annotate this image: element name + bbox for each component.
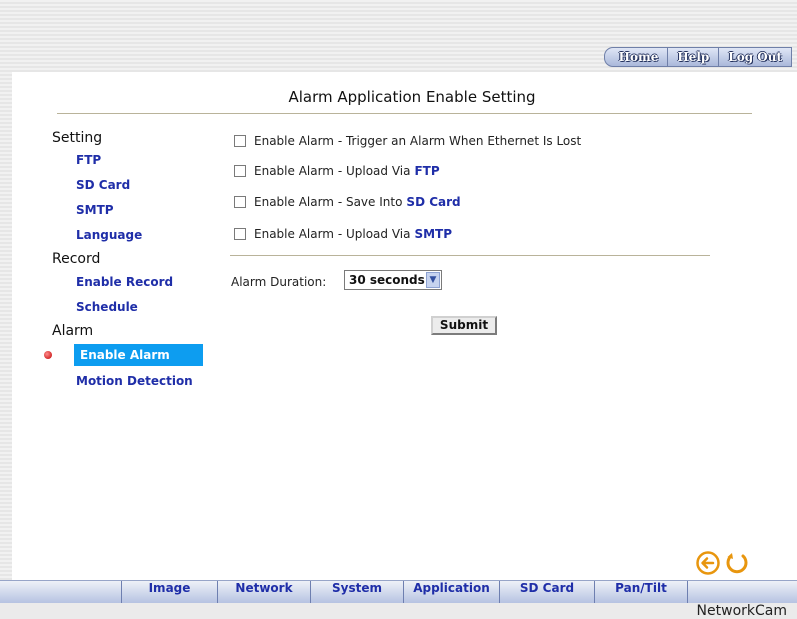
checkbox-upload-smtp[interactable] — [234, 228, 246, 240]
nav-pan-tilt[interactable]: Pan/Tilt — [594, 581, 688, 603]
nav-system[interactable]: System — [310, 581, 403, 603]
sidebar-item-enable-alarm[interactable]: Enable Alarm — [74, 344, 203, 366]
sidebar-item-language[interactable]: Language — [76, 228, 142, 242]
option-keyword: SD Card — [406, 195, 461, 209]
home-link[interactable]: Home — [605, 48, 668, 66]
sidebar-item-enable-record[interactable]: Enable Record — [76, 275, 173, 289]
option-save-sd-card: Enable Alarm - Save Into SD Card — [234, 193, 461, 211]
active-bullet-icon — [44, 351, 52, 359]
alarm-duration-value: 30 seconds — [349, 273, 425, 287]
option-label: Enable Alarm - Save Into — [254, 195, 403, 209]
option-upload-smtp: Enable Alarm - Upload Via SMTP — [234, 225, 452, 243]
top-nav: Home Help Log Out — [603, 47, 792, 67]
option-upload-ftp: Enable Alarm - Upload Via FTP — [234, 162, 440, 180]
sidebar-item-schedule[interactable]: Schedule — [76, 300, 138, 314]
left-margin-strip — [0, 72, 12, 580]
main-content: Alarm Application Enable Setting Setting… — [12, 72, 797, 580]
sidebar-item-smtp[interactable]: SMTP — [76, 203, 114, 217]
option-label: Enable Alarm - Upload Via — [254, 227, 411, 241]
options-divider — [230, 255, 710, 256]
option-keyword: SMTP — [414, 227, 453, 241]
nav-image[interactable]: Image — [121, 581, 217, 603]
option-label: Enable Alarm - Upload Via — [254, 164, 411, 178]
page-title: Alarm Application Enable Setting — [288, 88, 536, 106]
sidebar-section-setting: Setting — [52, 130, 103, 146]
option-ethernet-lost: Enable Alarm - Trigger an Alarm When Eth… — [234, 132, 581, 150]
option-keyword: FTP — [414, 164, 440, 178]
nav-network[interactable]: Network — [217, 581, 310, 603]
checkbox-upload-ftp[interactable] — [234, 165, 246, 177]
chevron-down-icon: ▼ — [426, 272, 440, 288]
refresh-icon[interactable] — [724, 550, 750, 576]
bottom-nav: Image Network System Application SD Card… — [0, 580, 797, 604]
alarm-duration-select[interactable]: 30 seconds ▼ — [344, 270, 442, 290]
sidebar-section-alarm: Alarm — [52, 323, 94, 339]
nav-sd-card[interactable]: SD Card — [499, 581, 594, 603]
help-link[interactable]: Help — [667, 48, 718, 66]
alarm-duration-label: Alarm Duration: — [231, 275, 327, 289]
logout-link[interactable]: Log Out — [718, 48, 791, 66]
submit-button[interactable]: Submit — [431, 316, 497, 335]
option-label: Enable Alarm - Trigger an Alarm When Eth… — [254, 134, 582, 148]
sidebar-item-ftp[interactable]: FTP — [76, 153, 101, 167]
back-arrow-icon[interactable] — [695, 550, 721, 576]
checkbox-ethernet-lost[interactable] — [234, 135, 246, 147]
sidebar-item-sd-card[interactable]: SD Card — [76, 178, 130, 192]
sidebar-item-motion-detection[interactable]: Motion Detection — [76, 374, 193, 388]
brand-label: NetworkCam — [696, 603, 787, 619]
checkbox-save-sd-card[interactable] — [234, 196, 246, 208]
sidebar-section-record: Record — [52, 251, 101, 267]
nav-application[interactable]: Application — [403, 581, 499, 603]
footer-band — [0, 603, 797, 619]
title-divider — [57, 113, 752, 114]
